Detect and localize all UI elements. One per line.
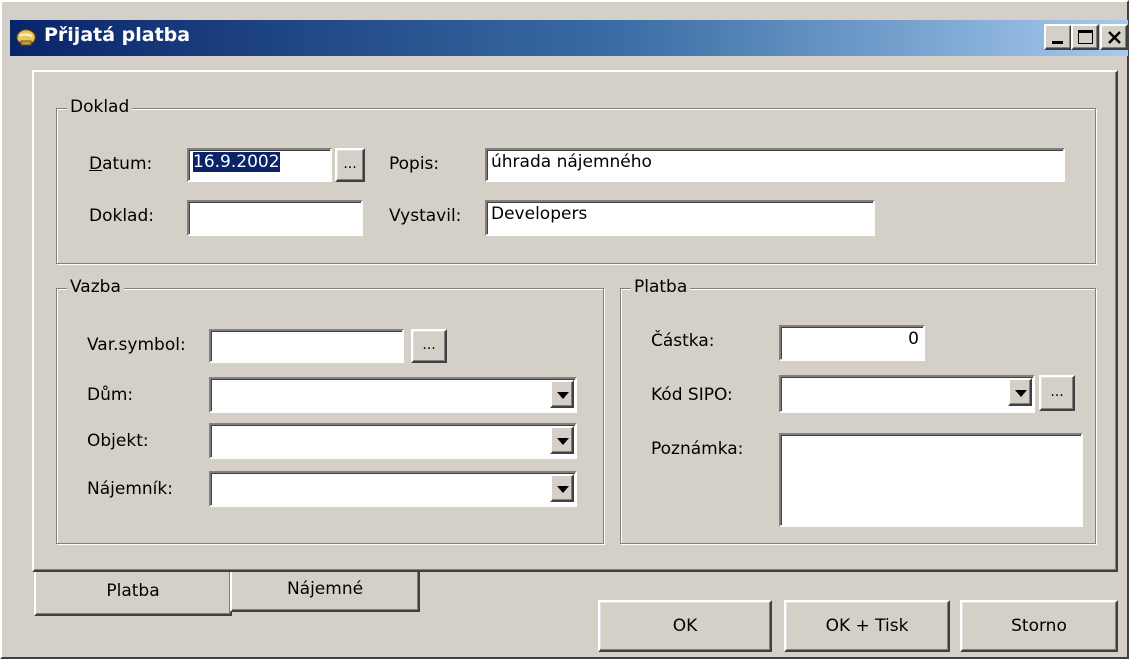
castka-input[interactable]: 0 [779, 325, 925, 361]
close-button[interactable] [1100, 24, 1128, 50]
tab-page-platba: Doklad Datum: 16.9.2002 ... Popis: úhrad… [32, 70, 1118, 572]
vazba-group: Vazba Var.symbol: ... Dům: Objekt: Nájem… [56, 277, 604, 544]
maximize-icon [1078, 30, 1093, 44]
najemnik-dropdown-button[interactable] [550, 474, 574, 502]
varsymbol-browse-label: ... [422, 337, 436, 353]
sipo-dropdown-button[interactable] [1008, 378, 1032, 406]
popis-label: Popis: [389, 154, 440, 174]
maximize-button[interactable] [1071, 24, 1099, 50]
window-title: Přijatá platba [44, 24, 191, 46]
objekt-select[interactable] [209, 423, 577, 459]
varsymbol-input[interactable] [209, 329, 404, 363]
platba-legend: Platba [631, 277, 691, 297]
varsymbol-label: Var.symbol: [87, 335, 186, 355]
tab-najemne-label: Nájemné [286, 579, 364, 599]
sipo-browse-button[interactable]: ... [1039, 375, 1075, 411]
vazba-legend: Vazba [67, 277, 124, 297]
dum-select[interactable] [209, 377, 577, 413]
sipo-select[interactable] [779, 375, 1035, 413]
objekt-label: Objekt: [87, 431, 149, 451]
datum-value: 16.9.2002 [193, 152, 280, 172]
minimize-icon [1052, 41, 1063, 44]
minimize-button[interactable] [1044, 24, 1072, 50]
doklad-input[interactable] [187, 200, 363, 236]
castka-label: Částka: [651, 331, 715, 351]
chevron-down-icon [557, 486, 569, 493]
close-icon [1108, 31, 1121, 44]
najemnik-label: Nájemník: [87, 479, 173, 499]
tab-platba[interactable]: Platba [34, 572, 232, 616]
vystavil-input[interactable]: Developers [485, 200, 875, 236]
castka-value: 0 [908, 329, 919, 349]
ok-print-button-label: OK + Tisk [825, 616, 909, 636]
vystavil-label: Vystavil: [389, 206, 462, 226]
dialog-window: Přijatá platba Doklad Datum: 16.9.2002 .… [0, 0, 1129, 659]
ok-button-label: OK [672, 616, 698, 636]
datum-picker-label: ... [343, 156, 357, 172]
dum-label: Dům: [87, 385, 134, 405]
popis-value: úhrada nájemného [491, 152, 652, 172]
vystavil-value: Developers [491, 204, 588, 224]
sipo-browse-label: ... [1050, 384, 1064, 400]
doklad-group: Doklad Datum: 16.9.2002 ... Popis: úhrad… [56, 97, 1096, 264]
doklad-label: Doklad: [89, 206, 154, 226]
tab-najemne[interactable]: Nájemné [230, 572, 420, 612]
tab-platba-label: Platba [106, 581, 160, 601]
chevron-down-icon [557, 392, 569, 399]
doklad-legend: Doklad [67, 97, 133, 117]
title-bar[interactable]: Přijatá platba [10, 20, 1128, 56]
dum-dropdown-button[interactable] [550, 380, 574, 408]
ok-print-button[interactable]: OK + Tisk [784, 600, 950, 652]
app-icon [16, 29, 36, 46]
cancel-button[interactable]: Storno [960, 600, 1118, 652]
chevron-down-icon [1015, 390, 1027, 397]
datum-label-rest: atum: [102, 154, 153, 174]
datum-input[interactable]: 16.9.2002 [187, 148, 332, 182]
cancel-button-label: Storno [1011, 616, 1067, 636]
poznamka-textarea[interactable] [779, 433, 1083, 527]
platba-group: Platba Částka: 0 Kód SIPO: ... Poznámka: [620, 277, 1096, 544]
varsymbol-browse-button[interactable]: ... [411, 329, 447, 363]
objekt-dropdown-button[interactable] [550, 426, 574, 454]
datum-label: Datum: [89, 154, 153, 174]
sipo-label: Kód SIPO: [651, 385, 733, 405]
ok-button[interactable]: OK [598, 600, 772, 652]
poznamka-label: Poznámka: [651, 439, 744, 459]
chevron-down-icon [557, 438, 569, 445]
datum-picker-button[interactable]: ... [335, 148, 365, 182]
najemnik-select[interactable] [209, 471, 577, 507]
popis-input[interactable]: úhrada nájemného [485, 148, 1065, 182]
